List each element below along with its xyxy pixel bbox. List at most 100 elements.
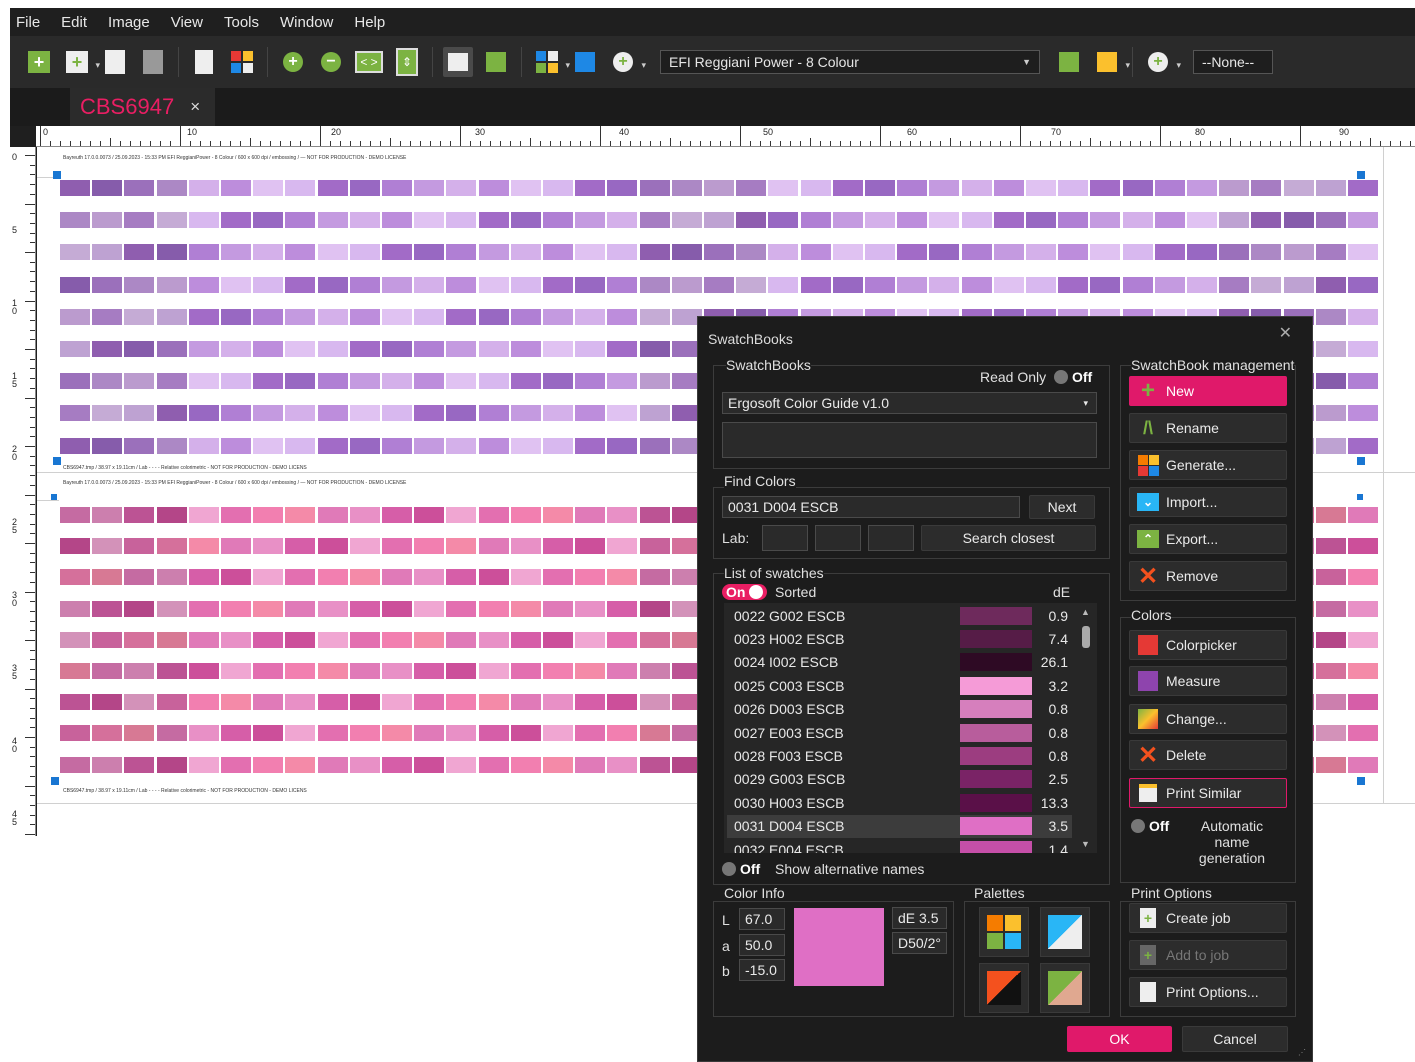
automatic-name-toggle[interactable]: Off <box>1131 818 1169 834</box>
menu-tools[interactable]: Tools <box>224 14 259 31</box>
new-swatchbook-button[interactable]: + New <box>1129 376 1287 406</box>
measure-button[interactable]: Measure <box>1129 666 1287 696</box>
next-button[interactable]: Next <box>1029 495 1095 519</box>
swatch-row[interactable]: 0027 E003 ESCB 0.8 <box>727 721 1072 744</box>
swatch-row[interactable]: 0030 H003 ESCB 13.3 <box>727 791 1072 814</box>
swatch-row[interactable]: 0028 F003 ESCB 0.8 <box>727 744 1072 767</box>
color-patch <box>1283 276 1314 293</box>
add-image-button[interactable]: + ▾ <box>62 47 100 77</box>
swatch-row[interactable]: 0031 D004 ESCB 3.5 <box>727 814 1072 838</box>
import-button[interactable] <box>189 47 219 77</box>
print-similar-button[interactable]: Print Similar <box>1129 778 1287 808</box>
swatch-row[interactable]: 0026 D003 ESCB 0.8 <box>727 698 1072 721</box>
cancel-button[interactable]: Cancel <box>1182 1026 1288 1052</box>
palette-grid-button[interactable] <box>979 907 1029 957</box>
close-icon[interactable]: ✕ <box>1279 323 1292 343</box>
find-colors-input[interactable]: 0031 D004 ESCB <box>722 496 1020 518</box>
add-to-job-button[interactable]: + Add to job <box>1129 940 1287 970</box>
new-job-button[interactable]: + <box>24 47 54 77</box>
color-patch <box>382 631 412 648</box>
swatchbook-select[interactable]: Ergosoft Color Guide v1.0 ▾ <box>722 392 1097 414</box>
ruler-tick <box>30 213 35 215</box>
lab-a-input[interactable] <box>815 525 861 551</box>
import-button[interactable]: ⌄ Import... <box>1129 487 1287 517</box>
swatchbook-description[interactable] <box>722 422 1097 458</box>
swatch-list[interactable]: 0032 E004 ESCB 1.4 0031 D004 ESCB 3.5 0030 H… <box>724 603 1097 853</box>
zoom-in-button[interactable]: + <box>278 47 308 77</box>
color-patch <box>124 405 155 422</box>
create-job-button[interactable]: + Create job <box>1129 903 1287 933</box>
swatch-row[interactable]: 0032 E004 ESCB 1.4 <box>727 838 1072 853</box>
color-view-button[interactable] <box>481 47 511 77</box>
scrollbar-thumb[interactable] <box>1082 626 1090 648</box>
menu-view[interactable]: View <box>171 14 203 31</box>
color-patch <box>317 725 348 742</box>
remove-button[interactable]: ✕ Remove <box>1129 561 1287 591</box>
colorpicker-button[interactable]: Colorpicker <box>1129 630 1287 660</box>
swatch-row[interactable]: 0029 G003 ESCB 2.5 <box>727 768 1072 791</box>
color-patch <box>60 212 90 229</box>
swatch-name: 0024 I002 ESCB <box>734 654 839 671</box>
tab-cbs6947[interactable]: CBS6947 × <box>70 88 215 126</box>
palette-picker-button[interactable] <box>979 963 1029 1013</box>
scroll-up-icon[interactable]: ▲ <box>1081 607 1090 617</box>
layer-select[interactable]: --None-- <box>1193 50 1273 74</box>
swatch-row[interactable]: 0023 H002 ESCB 7.4 <box>727 627 1072 650</box>
gear-button[interactable]: ▾ <box>1092 47 1130 77</box>
rename-button[interactable]: /\ Rename <box>1129 413 1287 443</box>
alternative-names-toggle[interactable]: Off <box>722 861 760 877</box>
menu-window[interactable]: Window <box>280 14 333 31</box>
zoom-out-button[interactable]: − <box>316 47 346 77</box>
palette-paint-button[interactable] <box>1040 907 1090 957</box>
generate-button[interactable]: Generate... <box>1129 450 1287 480</box>
lab-l-input[interactable] <box>762 525 808 551</box>
ruler-tick <box>30 824 35 826</box>
color-layout-button[interactable] <box>227 47 257 77</box>
list-view-button[interactable] <box>443 47 473 77</box>
color-patch <box>92 756 123 773</box>
swatch-color <box>960 653 1032 672</box>
color-patch <box>60 180 90 196</box>
settings-button[interactable] <box>570 47 600 77</box>
lab-b-input[interactable] <box>868 525 914 551</box>
crosshair-button[interactable]: + ▾ <box>1143 47 1181 77</box>
print-button[interactable] <box>100 47 130 77</box>
close-icon[interactable]: × <box>190 97 200 117</box>
color-patch <box>124 212 155 229</box>
sorted-toggle[interactable]: On <box>722 584 768 600</box>
fit-width-button[interactable]: < > <box>354 47 384 77</box>
channel-button[interactable]: ▾ <box>532 47 570 77</box>
swatch-row[interactable]: 0022 G002 ESCB 0.9 <box>727 604 1072 627</box>
palette-mix-button[interactable] <box>1040 963 1090 1013</box>
change-button[interactable]: Change... <box>1129 704 1287 734</box>
image-button[interactable] <box>138 47 168 77</box>
color-patch <box>639 600 670 617</box>
menu-help[interactable]: Help <box>354 14 385 31</box>
menu-image[interactable]: Image <box>108 14 150 31</box>
color-patch <box>92 341 123 357</box>
resize-grip-icon[interactable]: ⋰ <box>1298 1048 1306 1057</box>
ruler-label: 2 0 <box>12 444 18 462</box>
printer-profile-select[interactable]: EFI Reggiani Power - 8 Colour ▼ <box>660 50 1040 74</box>
color-patch <box>124 600 155 617</box>
menu-edit[interactable]: Edit <box>61 14 87 31</box>
ok-button[interactable]: OK <box>1067 1026 1172 1052</box>
ruler-tick <box>80 141 81 146</box>
read-only-toggle[interactable]: Off <box>1054 369 1092 385</box>
delete-button[interactable]: ✕ Delete <box>1129 740 1287 770</box>
print-options-button[interactable]: Print Options... <box>1129 977 1287 1007</box>
plugin-button[interactable] <box>1054 47 1084 77</box>
swatch-row[interactable]: 0025 C003 ESCB 3.2 <box>727 674 1072 697</box>
fit-height-button[interactable]: ⇕ <box>392 47 422 77</box>
search-closest-button[interactable]: Search closest <box>921 525 1096 551</box>
swatch-list-scrollbar[interactable]: ▲ ▼ <box>1075 603 1097 853</box>
scroll-down-icon[interactable]: ▼ <box>1081 839 1090 849</box>
export-button[interactable]: ⌃ Export... <box>1129 524 1287 554</box>
color-patch <box>575 244 606 261</box>
swatch-row[interactable]: 0024 I002 ESCB 26.1 <box>727 651 1072 674</box>
menu-file[interactable]: File <box>16 14 40 31</box>
color-patch <box>639 437 670 454</box>
target-button[interactable]: + ▾ <box>608 47 646 77</box>
color-patch <box>543 694 573 711</box>
color-patch <box>60 725 90 742</box>
